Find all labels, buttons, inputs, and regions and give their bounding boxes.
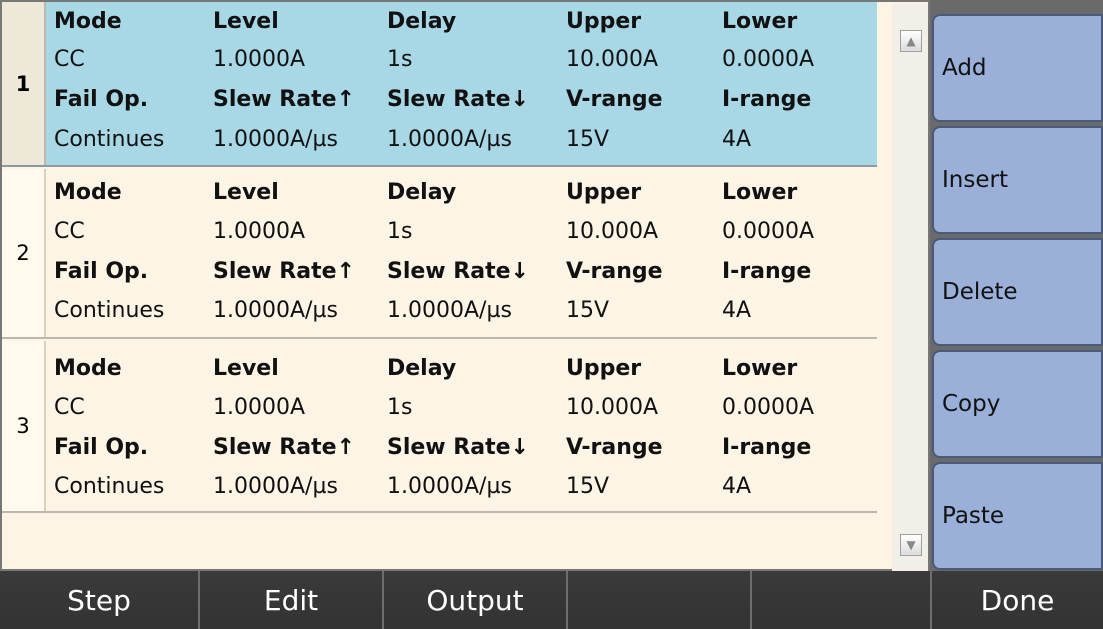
label-lower: Lower: [722, 9, 798, 34]
slew-up-value[interactable]: 1.0000A/µs: [213, 291, 338, 331]
value-row: Continues 1.0000A/µs 1.0000A/µs 15V 4A: [54, 467, 874, 507]
label-lower: Lower: [722, 180, 798, 205]
step-row-1[interactable]: 1 Mode Level Delay Upper Lower CC 1.0000…: [2, 2, 877, 167]
label-fail-op: Fail Op.: [54, 259, 149, 284]
value-row: Continues 1.0000A/µs 1.0000A/µs 15V 4A: [54, 291, 874, 331]
label-level: Level: [213, 180, 279, 205]
label-row: Fail Op. Slew Rate↑ Slew Rate↓ V-range I…: [54, 252, 874, 292]
delete-button[interactable]: Delete: [932, 238, 1103, 346]
value-row: Continues 1.0000A/µs 1.0000A/µs 15V 4A: [54, 120, 874, 160]
slew-up-value[interactable]: 1.0000A/µs: [213, 120, 338, 160]
side-button-panel: Add Insert Delete Copy Paste: [930, 0, 1103, 571]
level-value[interactable]: 1.0000A: [213, 388, 305, 428]
fail-op-value[interactable]: Continues: [54, 120, 164, 160]
value-row: CC 1.0000A 1s 10.000A 0.0000A: [54, 212, 874, 252]
v-range-value[interactable]: 15V: [566, 120, 609, 160]
label-fail-op: Fail Op.: [54, 435, 149, 460]
step-softkey[interactable]: Step: [0, 571, 198, 629]
scroll-up-icon[interactable]: ▲: [900, 30, 922, 52]
output-softkey[interactable]: Output: [382, 571, 566, 629]
insert-button[interactable]: Insert: [932, 126, 1103, 234]
lower-value[interactable]: 0.0000A: [722, 212, 814, 252]
step-list-panel: 1 Mode Level Delay Upper Lower CC 1.0000…: [0, 0, 930, 571]
empty-softkey-4[interactable]: [566, 571, 750, 629]
edit-softkey[interactable]: Edit: [198, 571, 382, 629]
label-upper: Upper: [566, 356, 642, 381]
v-range-value[interactable]: 15V: [566, 291, 609, 331]
label-slew-down: Slew Rate↓: [387, 435, 529, 460]
done-softkey[interactable]: Done: [930, 571, 1103, 629]
bottom-softkey-bar: Step Edit Output Done: [0, 571, 1103, 629]
label-row: Mode Level Delay Upper Lower: [54, 2, 874, 42]
mode-value[interactable]: CC: [54, 40, 85, 80]
fail-op-value[interactable]: Continues: [54, 467, 164, 507]
label-mode: Mode: [54, 356, 122, 381]
value-row: CC 1.0000A 1s 10.000A 0.0000A: [54, 388, 874, 428]
label-v-range: V-range: [566, 259, 663, 284]
empty-softkey-5[interactable]: [750, 571, 930, 629]
mode-value[interactable]: CC: [54, 212, 85, 252]
level-value[interactable]: 1.0000A: [213, 212, 305, 252]
v-range-value[interactable]: 15V: [566, 467, 609, 507]
label-upper: Upper: [566, 9, 642, 34]
label-level: Level: [213, 9, 279, 34]
step-index: 1: [2, 2, 46, 165]
slew-down-value[interactable]: 1.0000A/µs: [387, 291, 512, 331]
mode-value[interactable]: CC: [54, 388, 85, 428]
vertical-scrollbar[interactable]: ▲ ▼: [892, 4, 928, 571]
step-row-2[interactable]: 2 Mode Level Delay Upper Lower CC 1.0000…: [2, 169, 877, 339]
label-row: Mode Level Delay Upper Lower: [54, 349, 874, 389]
label-mode: Mode: [54, 180, 122, 205]
upper-value[interactable]: 10.000A: [566, 388, 658, 428]
label-lower: Lower: [722, 356, 798, 381]
label-row: Fail Op. Slew Rate↑ Slew Rate↓ V-range I…: [54, 428, 874, 468]
delay-value[interactable]: 1s: [387, 212, 412, 252]
i-range-value[interactable]: 4A: [722, 291, 751, 331]
scroll-down-icon[interactable]: ▼: [900, 534, 922, 556]
delay-value[interactable]: 1s: [387, 40, 412, 80]
copy-button[interactable]: Copy: [932, 350, 1103, 458]
label-level: Level: [213, 356, 279, 381]
step-index: 2: [2, 169, 46, 337]
label-delay: Delay: [387, 356, 457, 381]
label-i-range: I-range: [722, 259, 812, 284]
lower-value[interactable]: 0.0000A: [722, 40, 814, 80]
label-v-range: V-range: [566, 435, 663, 460]
label-v-range: V-range: [566, 87, 663, 112]
label-fail-op: Fail Op.: [54, 87, 149, 112]
slew-down-value[interactable]: 1.0000A/µs: [387, 467, 512, 507]
value-row: CC 1.0000A 1s 10.000A 0.0000A: [54, 40, 874, 80]
label-slew-down: Slew Rate↓: [387, 87, 529, 112]
fail-op-value[interactable]: Continues: [54, 291, 164, 331]
label-slew-down: Slew Rate↓: [387, 259, 529, 284]
label-delay: Delay: [387, 180, 457, 205]
slew-down-value[interactable]: 1.0000A/µs: [387, 120, 512, 160]
label-slew-up: Slew Rate↑: [213, 259, 355, 284]
lower-value[interactable]: 0.0000A: [722, 388, 814, 428]
step-index: 3: [2, 341, 46, 511]
delay-value[interactable]: 1s: [387, 388, 412, 428]
label-mode: Mode: [54, 9, 122, 34]
paste-button[interactable]: Paste: [932, 462, 1103, 570]
label-row: Fail Op. Slew Rate↑ Slew Rate↓ V-range I…: [54, 80, 874, 120]
label-i-range: I-range: [722, 435, 812, 460]
label-delay: Delay: [387, 9, 457, 34]
label-slew-up: Slew Rate↑: [213, 87, 355, 112]
label-row: Mode Level Delay Upper Lower: [54, 173, 874, 213]
label-slew-up: Slew Rate↑: [213, 435, 355, 460]
step-row-3[interactable]: 3 Mode Level Delay Upper Lower CC 1.0000…: [2, 341, 877, 513]
i-range-value[interactable]: 4A: [722, 467, 751, 507]
i-range-value[interactable]: 4A: [722, 120, 751, 160]
level-value[interactable]: 1.0000A: [213, 40, 305, 80]
label-i-range: I-range: [722, 87, 812, 112]
upper-value[interactable]: 10.000A: [566, 212, 658, 252]
upper-value[interactable]: 10.000A: [566, 40, 658, 80]
add-button[interactable]: Add: [932, 14, 1103, 122]
slew-up-value[interactable]: 1.0000A/µs: [213, 467, 338, 507]
label-upper: Upper: [566, 180, 642, 205]
